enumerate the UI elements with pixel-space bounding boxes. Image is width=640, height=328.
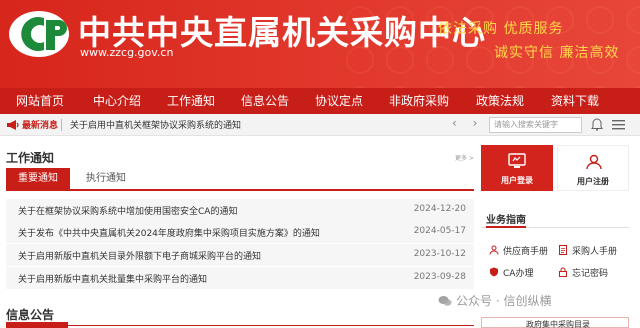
watermark-text: 公众号 · 信创纵横 bbox=[456, 294, 552, 308]
guide-label: 供应商手册 bbox=[503, 247, 549, 257]
user-icon bbox=[586, 154, 602, 170]
notice-row[interactable]: 关于启用新版中直机关批量集中采购平台的通知 2023-09-28 bbox=[6, 267, 474, 289]
wechat-icon bbox=[438, 296, 452, 306]
bell-icon[interactable] bbox=[591, 118, 603, 131]
watermark: 公众号 · 信创纵横 bbox=[438, 292, 551, 309]
work-notice-more-link[interactable]: 更多 > bbox=[455, 153, 474, 162]
gov-directory-label: 政府集中采购目录 bbox=[526, 320, 590, 328]
guide-label: CA办理 bbox=[503, 269, 534, 279]
main-nav: 网站首页 中心介绍 工作通知 信息公告 协议定点 非政府采购 政策法规 资料下载 bbox=[0, 88, 640, 114]
search-input[interactable]: 请输入搜索关键字 bbox=[489, 117, 582, 133]
user-login-label: 用户登录 bbox=[501, 176, 533, 185]
guide-divider-accent bbox=[486, 226, 526, 228]
monitor-icon bbox=[508, 153, 526, 168]
ticker-label: 最新消息 bbox=[22, 121, 59, 131]
megaphone-icon bbox=[7, 120, 19, 130]
user-register-button[interactable]: 用户注册 bbox=[557, 145, 629, 191]
guide-label: 采购人手册 bbox=[572, 247, 618, 257]
ticker-news-link[interactable]: 关于启用中直机关框架协议采购系统的通知 bbox=[70, 118, 241, 131]
info-notice-rule bbox=[6, 325, 474, 326]
notice-row[interactable]: 关于在框架协议采购系统中增加使用国密安全CA的通知 2024-12-20 bbox=[6, 199, 474, 221]
notice-title[interactable]: 关于在框架协议采购系统中增加使用国密安全CA的通知 bbox=[18, 204, 237, 217]
lock-icon bbox=[559, 267, 567, 277]
nav-home[interactable]: 网站首页 bbox=[0, 88, 80, 114]
header-banner: 中共中央直属机关采购中心 www.zzcg.gov.cn 依法采购 优质服务 诚… bbox=[0, 0, 640, 88]
notice-date: 2024-05-17 bbox=[413, 226, 466, 236]
tab-important-notice[interactable]: 重要通知 bbox=[6, 168, 70, 190]
nav-agreement[interactable]: 协议定点 bbox=[302, 88, 376, 114]
ticker-arrows[interactable]: ‹ › bbox=[452, 116, 483, 130]
business-guide-title: 业务指南 bbox=[486, 215, 526, 226]
document-icon bbox=[559, 245, 567, 255]
notice-title[interactable]: 关于启用新版中直机关批量集中采购平台的通知 bbox=[18, 272, 207, 285]
site-url[interactable]: www.zzcg.gov.cn bbox=[80, 46, 173, 59]
notice-title[interactable]: 关于发布《中共中央直属机关2024年度政府集中采购项目实施方案》的通知 bbox=[18, 226, 320, 239]
tab-execution-notice[interactable]: 执行通知 bbox=[86, 168, 126, 190]
guide-ca-apply[interactable]: CA办理 bbox=[489, 266, 533, 279]
nav-policy[interactable]: 政策法规 bbox=[462, 88, 538, 114]
nav-about[interactable]: 中心介绍 bbox=[80, 88, 154, 114]
nav-downloads[interactable]: 资料下载 bbox=[538, 88, 612, 114]
nav-work-notice[interactable]: 工作通知 bbox=[154, 88, 228, 114]
tabs-underline bbox=[6, 189, 474, 191]
guide-forgot-password[interactable]: 忘记密码 bbox=[558, 266, 608, 279]
nav-non-gov-procurement[interactable]: 非政府采购 bbox=[376, 88, 462, 114]
guide-supplier-manual[interactable]: 供应商手册 bbox=[489, 244, 548, 257]
news-ticker: 最新消息 关于启用中直机关框架协议采购系统的通知 ‹ › 请输入搜索关键字 bbox=[0, 114, 640, 136]
user-register-label: 用户注册 bbox=[577, 177, 609, 186]
notice-row[interactable]: 关于发布《中共中央直属机关2024年度政府集中采购项目实施方案》的通知 2024… bbox=[6, 221, 474, 243]
user-login-button[interactable]: 用户登录 bbox=[481, 145, 553, 191]
notice-title[interactable]: 关于启用新版中直机关目录外限额下电子商城采购平台的通知 bbox=[18, 249, 261, 262]
menu-icon[interactable] bbox=[612, 119, 625, 130]
ticker-divider bbox=[61, 119, 62, 131]
guide-label: 忘记密码 bbox=[572, 269, 609, 279]
work-notice-title: 工作通知 bbox=[6, 151, 55, 165]
logo-icon[interactable] bbox=[8, 10, 70, 58]
slogan-line-1: 依法采购 优质服务 bbox=[438, 21, 564, 37]
notice-date: 2023-10-12 bbox=[413, 249, 466, 259]
person-icon bbox=[489, 245, 499, 255]
slogan-line-2: 诚实守信 廉洁高效 bbox=[494, 45, 620, 61]
shield-icon bbox=[490, 267, 498, 277]
notice-date: 2023-09-28 bbox=[413, 272, 466, 282]
notice-row[interactable]: 关于启用新版中直机关目录外限额下电子商城采购平台的通知 2023-10-12 bbox=[6, 244, 474, 266]
info-notice-tab-bar[interactable] bbox=[6, 322, 68, 328]
gov-procurement-directory-link[interactable]: 政府集中采购目录 bbox=[481, 317, 629, 328]
info-notice-title: 信息公告 bbox=[6, 308, 55, 322]
nav-info-notice[interactable]: 信息公告 bbox=[228, 88, 302, 114]
guide-buyer-manual[interactable]: 采购人手册 bbox=[558, 244, 617, 257]
notice-date: 2024-12-20 bbox=[413, 204, 466, 214]
